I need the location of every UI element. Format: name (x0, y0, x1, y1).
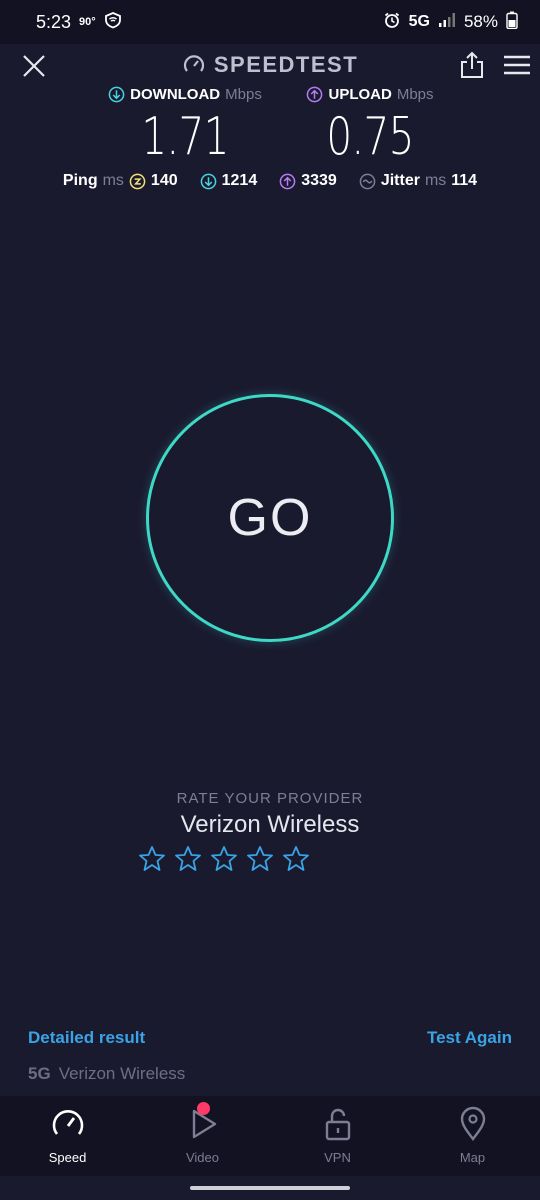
status-temperature: 90° (79, 16, 96, 28)
bottom-navigation: Speed Video VPN Map (0, 1096, 540, 1176)
nav-map[interactable]: Map (405, 1096, 540, 1176)
jitter-stat: Jitter ms 114 (359, 172, 477, 190)
ping-label: Ping (62, 172, 98, 189)
hamburger-icon (504, 55, 530, 75)
nav-speed-label: Speed (48, 1150, 87, 1165)
upload-arrow-icon (307, 86, 323, 103)
star-icon[interactable] (138, 845, 166, 873)
status-time: 5:23 (36, 11, 72, 32)
ping-upload-stat: 3339 (279, 172, 337, 190)
upload-label: UPLOAD (328, 86, 392, 103)
connection-provider: Verizon Wireless (58, 1064, 186, 1083)
latency-stats: Ping ms 140 1214 3339 Jitter ms 114 (0, 172, 540, 190)
ping-download-value: 1214 (221, 172, 258, 189)
download-metric: DOWNLOAD Mbps 1.71 (85, 86, 285, 167)
ping-idle-stat: Ping ms 140 (63, 172, 178, 190)
nav-video[interactable]: Video (135, 1096, 270, 1176)
go-button[interactable]: GO (146, 394, 394, 642)
download-arrow-icon (108, 86, 125, 103)
ping-upload-value: 3339 (301, 172, 337, 189)
app-title: SPEEDTEST (213, 52, 359, 77)
nav-vpn[interactable]: VPN (270, 1096, 405, 1176)
top-bar: SPEEDTEST (0, 44, 540, 88)
share-icon (461, 51, 483, 78)
provider-name: Verizon Wireless (180, 811, 360, 838)
download-ping-icon (200, 173, 216, 189)
unlocked-padlock-icon (325, 1108, 350, 1141)
star-icon[interactable] (210, 845, 238, 873)
ping-download-stat: 1214 (200, 172, 258, 190)
download-label: DOWNLOAD (130, 86, 221, 103)
go-label: GO (227, 489, 313, 547)
alarm-icon (383, 11, 401, 34)
signal-icon (438, 12, 456, 33)
nav-video-label: Video (185, 1150, 219, 1165)
battery-icon (506, 11, 518, 34)
speedometer-icon (183, 55, 204, 72)
ping-unit: ms (102, 172, 124, 189)
star-icon[interactable] (282, 845, 310, 873)
jitter-value: 114 (451, 172, 478, 189)
upload-ping-icon (279, 173, 296, 189)
nav-map-label: Map (459, 1150, 486, 1165)
nav-vpn-label: VPN (324, 1150, 351, 1165)
share-button[interactable] (458, 50, 486, 80)
detailed-result-link[interactable]: Detailed result (28, 1028, 145, 1048)
jitter-unit: ms (424, 172, 447, 189)
download-unit: Mbps (225, 86, 262, 103)
idle-ping-icon (129, 173, 146, 189)
star-rating (0, 845, 540, 873)
notification-dot (197, 1102, 210, 1115)
menu-button[interactable] (502, 52, 532, 78)
connection-type: 5G (28, 1064, 51, 1083)
status-bar: 5:23 90° 5G 58% (0, 0, 540, 44)
jitter-label: Jitter (380, 172, 420, 189)
test-again-link[interactable]: Test Again (427, 1028, 512, 1048)
gesture-bar[interactable] (190, 1186, 350, 1190)
rate-provider-section: RATE YOUR PROVIDER Verizon Wireless (0, 790, 540, 873)
star-icon[interactable] (246, 845, 274, 873)
battery-level: 58% (463, 12, 498, 31)
connection-info: 5G Verizon Wireless (28, 1064, 185, 1084)
upload-unit: Mbps (396, 86, 434, 103)
map-pin-icon (460, 1106, 485, 1141)
download-value: 1.71 (141, 107, 229, 167)
network-type: 5G (408, 13, 430, 30)
upload-value: 0.75 (326, 107, 414, 167)
nav-speed[interactable]: Speed (0, 1096, 135, 1176)
rate-provider-label: RATE YOUR PROVIDER (176, 790, 364, 807)
star-icon[interactable] (174, 845, 202, 873)
upload-metric: UPLOAD Mbps 0.75 (270, 86, 470, 167)
speedometer-icon (52, 1110, 83, 1135)
jitter-icon (359, 173, 376, 189)
shield-wifi-icon (104, 11, 122, 34)
ping-idle-value: 140 (150, 172, 178, 189)
